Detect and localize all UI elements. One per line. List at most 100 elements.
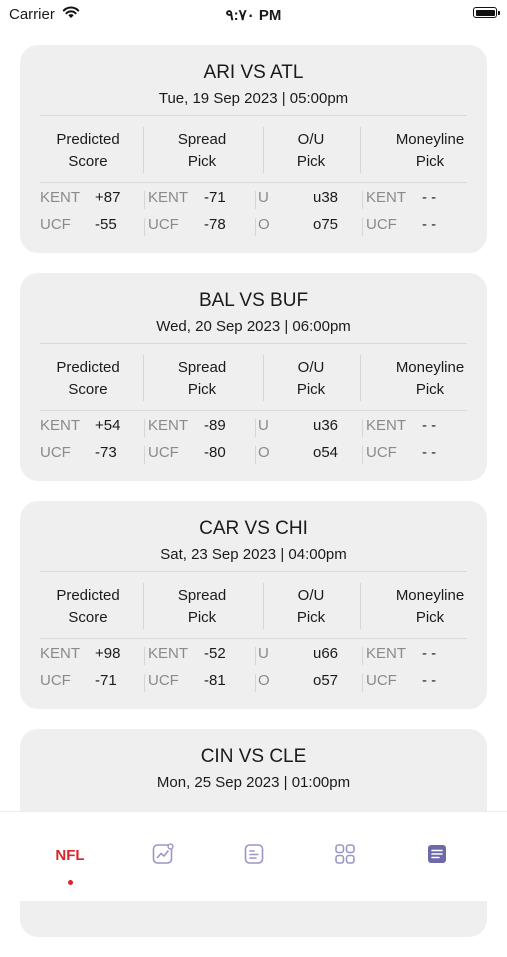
ou-value: u66 <box>313 645 339 662</box>
header-spread-pick: Spread Pick <box>177 587 227 626</box>
header-ou-pick: O/U Pick <box>296 359 326 398</box>
ou-side-label: U <box>258 417 269 434</box>
moneyline-value: - - <box>422 216 437 233</box>
team-label: UCF <box>366 216 397 233</box>
cell-divider <box>362 446 363 464</box>
bottom-tab-bar: NFL <box>0 811 507 901</box>
team-label: UCF <box>148 444 179 461</box>
cell-divider <box>362 647 363 665</box>
predicted-score-value: +54 <box>95 417 121 434</box>
team-label: UCF <box>40 216 71 233</box>
divider <box>40 638 467 639</box>
header-spread-pick: Spread Pick <box>177 131 227 170</box>
team-label: UCF <box>366 444 397 461</box>
cell-divider <box>255 191 256 209</box>
team-label: UCF <box>40 444 71 461</box>
header-moneyline-pick: Moneyline Pick <box>395 131 465 170</box>
ou-side-label: O <box>258 444 270 461</box>
predicted-score-value: -71 <box>95 672 117 689</box>
notes-icon[interactable] <box>425 842 449 866</box>
moneyline-value: - - <box>422 672 437 689</box>
active-tab-indicator <box>68 880 73 885</box>
team-label: KENT <box>40 189 81 206</box>
ou-side-label: O <box>258 216 270 233</box>
game-card[interactable]: BAL VS BUF Wed, 20 Sep 2023 | 06:00pm Pr… <box>20 273 487 481</box>
column-divider <box>360 583 361 629</box>
divider <box>40 571 467 572</box>
team-label: KENT <box>148 645 189 662</box>
column-divider <box>263 583 264 629</box>
grid-icon[interactable] <box>333 842 357 866</box>
ou-side-label: O <box>258 672 270 689</box>
ou-value: o54 <box>313 444 339 461</box>
matchup-title: CAR VS CHI <box>199 518 308 539</box>
moneyline-value: - - <box>422 645 437 662</box>
header-ou-pick: O/U Pick <box>296 131 326 170</box>
cell-divider <box>362 218 363 236</box>
ou-value: o57 <box>313 672 339 689</box>
predicted-score-value: -55 <box>95 216 117 233</box>
cell-divider <box>362 191 363 209</box>
cell-divider <box>362 419 363 437</box>
predicted-score-value: +98 <box>95 645 121 662</box>
spread-value: -71 <box>204 189 226 206</box>
ou-value: u36 <box>313 417 339 434</box>
spread-value: -81 <box>204 672 226 689</box>
tab-nfl[interactable]: NFL <box>50 847 90 864</box>
header-predicted-score: Predicted Score <box>56 131 120 170</box>
team-label: UCF <box>40 672 71 689</box>
column-divider <box>263 127 264 173</box>
header-moneyline-pick: Moneyline Pick <box>395 587 465 626</box>
game-card[interactable]: ARI VS ATL Tue, 19 Sep 2023 | 05:00pm Pr… <box>20 45 487 253</box>
header-predicted-score: Predicted Score <box>56 587 120 626</box>
divider <box>40 182 467 183</box>
cell-divider <box>255 647 256 665</box>
divider <box>40 410 467 411</box>
team-label: UCF <box>148 672 179 689</box>
moneyline-value: - - <box>422 189 437 206</box>
matchup-title: BAL VS BUF <box>198 290 309 311</box>
matchup-title: CIN VS CLE <box>200 746 307 767</box>
divider <box>40 115 467 116</box>
moneyline-value: - - <box>422 417 437 434</box>
spread-value: -78 <box>204 216 226 233</box>
ou-side-label: U <box>258 189 269 206</box>
column-divider <box>143 127 144 173</box>
spread-value: -89 <box>204 417 226 434</box>
cell-divider <box>255 446 256 464</box>
header-ou-pick: O/U Pick <box>296 587 326 626</box>
game-datetime: Tue, 19 Sep 2023 | 05:00pm <box>158 90 349 107</box>
team-label: KENT <box>40 645 81 662</box>
game-datetime: Wed, 20 Sep 2023 | 06:00pm <box>156 318 351 335</box>
column-divider <box>143 355 144 401</box>
cell-divider <box>362 674 363 692</box>
game-datetime: Mon, 25 Sep 2023 | 01:00pm <box>156 774 351 791</box>
team-label: KENT <box>40 417 81 434</box>
document-icon[interactable] <box>242 842 266 866</box>
team-label: UCF <box>148 216 179 233</box>
cell-divider <box>144 647 145 665</box>
moneyline-value: - - <box>422 444 437 461</box>
column-divider <box>263 355 264 401</box>
divider <box>40 343 467 344</box>
team-label: KENT <box>366 417 407 434</box>
header-spread-pick: Spread Pick <box>177 359 227 398</box>
matchup-title: ARI VS ATL <box>203 62 304 83</box>
trending-chart-icon[interactable] <box>151 842 175 866</box>
game-datetime: Sat, 23 Sep 2023 | 04:00pm <box>160 546 347 563</box>
column-divider <box>360 355 361 401</box>
cell-divider <box>144 446 145 464</box>
ou-value: u38 <box>313 189 339 206</box>
spread-value: -80 <box>204 444 226 461</box>
predicted-score-value: -73 <box>95 444 117 461</box>
clock: ۹:۷۰ PM <box>225 7 282 24</box>
column-divider <box>360 127 361 173</box>
team-label: KENT <box>366 189 407 206</box>
cell-divider <box>144 419 145 437</box>
column-divider <box>143 583 144 629</box>
team-label: KENT <box>148 189 189 206</box>
game-card[interactable]: CAR VS CHI Sat, 23 Sep 2023 | 04:00pm Pr… <box>20 501 487 709</box>
status-bar: Carrier ۹:۷۰ PM <box>0 0 507 30</box>
ou-value: o75 <box>313 216 339 233</box>
battery-icon <box>473 7 500 18</box>
